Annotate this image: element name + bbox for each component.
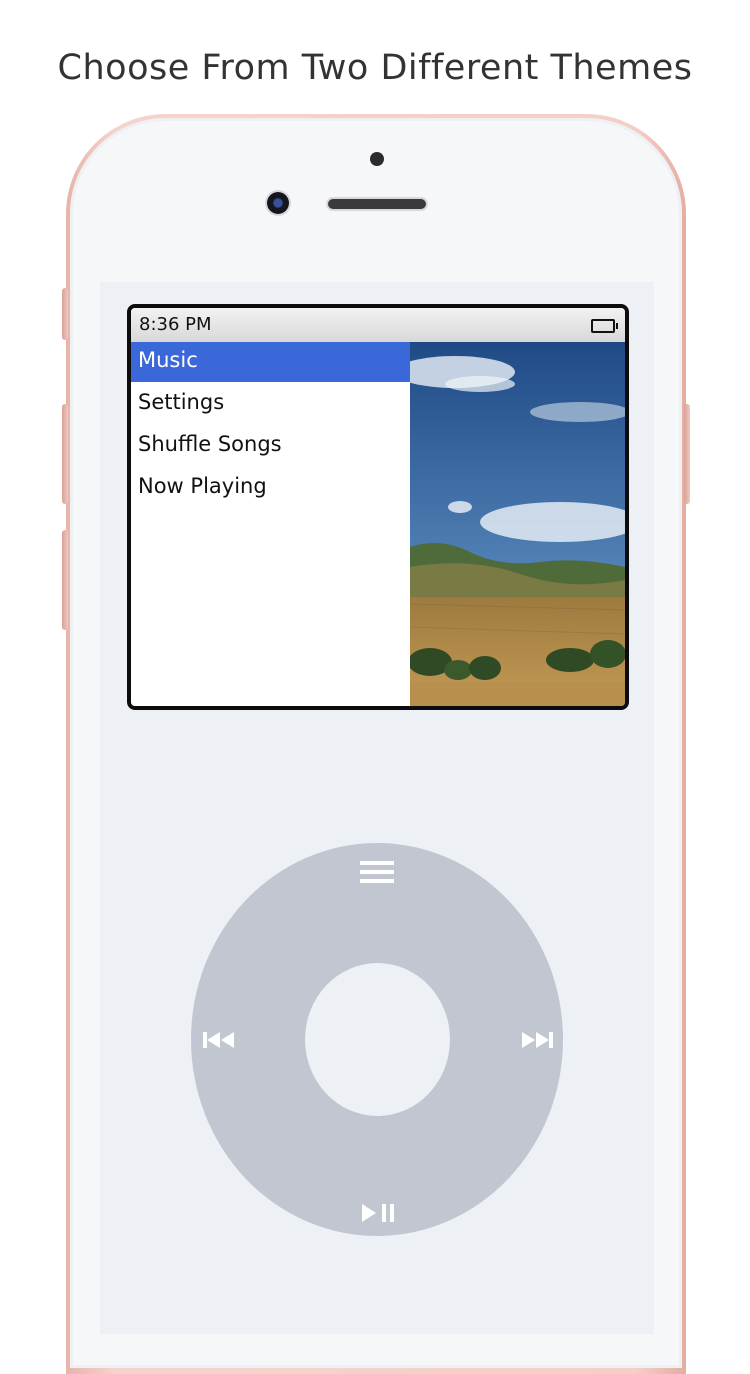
next-icon[interactable] <box>518 1028 556 1052</box>
landscape-artwork <box>410 342 625 706</box>
earpiece-speaker <box>328 199 426 209</box>
mute-switch <box>62 288 68 340</box>
proximity-sensor <box>370 152 384 166</box>
front-camera-icon <box>267 192 289 214</box>
status-time: 8:36 PM <box>139 314 212 335</box>
center-select-button[interactable] <box>305 963 450 1116</box>
menu-item-now-playing[interactable]: Now Playing <box>131 468 410 508</box>
previous-icon[interactable] <box>200 1028 238 1052</box>
battery-icon <box>591 319 618 333</box>
menu-item-music[interactable]: Music <box>131 342 410 382</box>
volume-down-button <box>62 530 68 630</box>
power-button <box>684 404 690 504</box>
play-pause-icon[interactable] <box>358 1200 398 1226</box>
menu-item-settings[interactable]: Settings <box>131 384 410 424</box>
volume-up-button <box>62 404 68 504</box>
menu-item-shuffle-songs[interactable]: Shuffle Songs <box>131 426 410 466</box>
status-bar: 8:36 PM <box>131 308 625 343</box>
main-menu: Music Settings Shuffle Songs Now Playing <box>131 342 410 706</box>
menu-icon[interactable] <box>358 858 396 886</box>
ipod-display: 8:36 PM Music Settings Shuffle Songs Now… <box>127 304 629 710</box>
promo-headline: Choose From Two Different Themes <box>57 48 693 88</box>
